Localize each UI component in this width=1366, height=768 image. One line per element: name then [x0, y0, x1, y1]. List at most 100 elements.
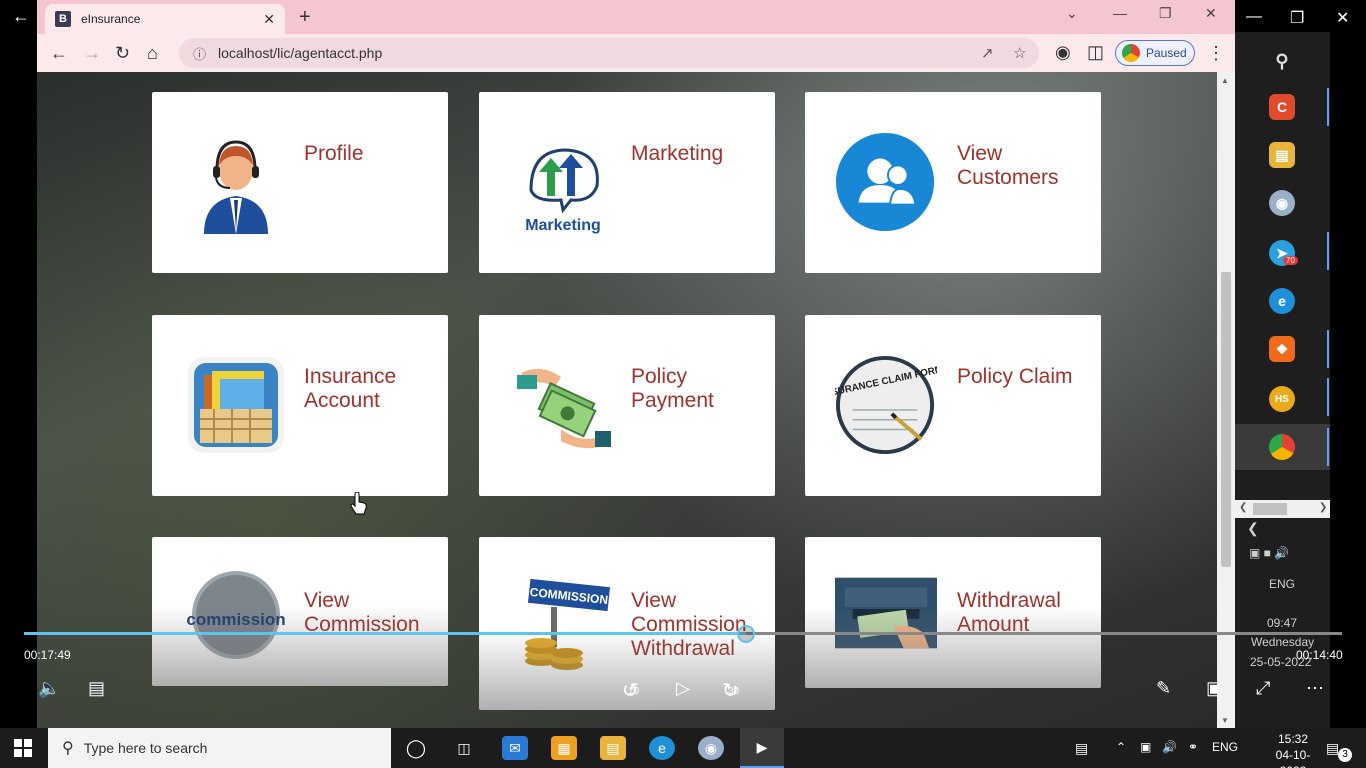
side-horizontal-scrollbar[interactable]: ❮ ❯ — [1235, 500, 1330, 518]
address-bar[interactable]: ⓘ localhost/lic/agentacct.php ↗ ☆ — [179, 38, 1039, 68]
play-icon[interactable]: ▷ — [676, 678, 690, 699]
side-language: ENG — [1269, 577, 1296, 591]
file-explorer-icon[interactable]: ▤ — [1269, 142, 1295, 168]
card-insurance-account[interactable]: Insurance Account — [152, 315, 448, 496]
scroll-left-icon[interactable]: ❮ — [1239, 502, 1247, 513]
paint-icon[interactable]: ◉ — [1269, 190, 1295, 216]
captions-icon[interactable]: ▤ — [88, 678, 105, 699]
news-widget-icon[interactable]: ▤ — [1075, 740, 1088, 757]
new-tab-icon[interactable]: + — [299, 6, 311, 29]
card-marketing[interactable]: Marketing Marketing — [479, 92, 775, 273]
windows-taskbar: ⚲ Type here to search ◯ ◫ ✉ ▦ ▤ e ◉ ▶ ▤ … — [0, 728, 1366, 768]
side-panel-icon[interactable]: ◫ — [1087, 42, 1104, 63]
reload-icon[interactable]: ↻ — [115, 43, 130, 64]
hand-cursor-icon — [350, 492, 367, 515]
extensions-puzzle-icon[interactable]: ◉ — [1055, 42, 1071, 63]
network-globe-icon[interactable]: ⚭ — [1188, 740, 1198, 754]
media-player-taskbar-item[interactable]: ▶ — [740, 728, 784, 768]
browser-tab[interactable]: B eInsurance ✕ — [45, 4, 285, 34]
forward-icon[interactable]: → — [83, 43, 101, 64]
search-icon[interactable]: ⚲ — [1269, 48, 1295, 74]
elapsed-time: 00:17:49 — [24, 648, 71, 662]
card-view-customers[interactable]: View Customers — [805, 92, 1101, 273]
tab-search-chevron-icon[interactable]: ⌄ — [1066, 5, 1078, 22]
pen-icon[interactable]: ✎ — [1156, 678, 1171, 699]
card-withdrawal-amount[interactable]: Withdrawal Amount — [805, 537, 1101, 688]
chevron-left-icon[interactable]: ❮ — [1247, 520, 1259, 537]
back-arrow-icon[interactable]: ← — [12, 6, 30, 27]
back-icon[interactable]: ← — [50, 43, 68, 64]
profile-paused-button[interactable]: Paused — [1115, 40, 1195, 66]
screen: ← B eInsurance ✕ + ⌄ — ❐ ✕ ← → ↻ ⌂ ⓘ loc… — [0, 0, 1366, 768]
tab-close-icon[interactable]: ✕ — [263, 11, 275, 28]
active-indicator — [1327, 378, 1329, 416]
file-explorer-icon[interactable]: ▤ — [600, 736, 626, 760]
card-profile[interactable]: Profile — [152, 92, 448, 273]
cortana-icon[interactable]: ◯ — [403, 736, 429, 760]
windows-start-icon[interactable] — [14, 739, 32, 757]
active-indicator — [1327, 330, 1329, 368]
card-fade — [805, 608, 1101, 688]
task-view-icon[interactable]: ◫ — [451, 736, 477, 760]
site-info-icon[interactable]: ⓘ — [193, 44, 206, 63]
card-title: Profile — [304, 142, 364, 165]
card-title: Policy Claim — [957, 365, 1073, 388]
card-policy-claim[interactable]: INSURANCE CLAIM FORM Policy Claim — [805, 315, 1101, 496]
card-view-commission[interactable]: commission View Commission — [152, 537, 448, 686]
store-icon[interactable]: ▦ — [551, 736, 577, 760]
xampp-icon[interactable]: ❖ — [1269, 336, 1295, 362]
browser-tab-bar: B eInsurance ✕ + ⌄ — ❐ ✕ — [37, 0, 1235, 34]
notification-count: 3 — [1338, 748, 1352, 762]
scroll-right-icon[interactable]: ❯ — [1319, 502, 1327, 513]
miniplayer-icon[interactable]: ▣ — [1206, 678, 1223, 699]
search-placeholder: Type here to search — [83, 740, 208, 756]
volume-icon[interactable]: 🔈 — [38, 678, 60, 699]
show-hidden-icons-chevron[interactable]: ⌃ — [1116, 740, 1126, 754]
hs-app-icon[interactable]: HS — [1269, 386, 1295, 412]
player-minimize-icon[interactable]: — — [1246, 8, 1262, 26]
mail-icon[interactable]: ✉ — [502, 736, 528, 760]
volume-tray-icon[interactable]: 🔊 — [1162, 740, 1177, 754]
scrollbar-thumb[interactable] — [1221, 272, 1231, 567]
chrome-icon[interactable] — [1269, 434, 1295, 460]
side-day: Wednesday — [1251, 635, 1315, 649]
page-scrollbar[interactable]: ▲ ▼ — [1217, 72, 1235, 728]
restore-icon[interactable]: ❐ — [1159, 5, 1172, 22]
profile-avatar — [1122, 44, 1140, 62]
marketing-logo-text: Marketing — [525, 217, 601, 234]
home-icon[interactable]: ⌂ — [147, 43, 158, 64]
player-close-icon[interactable]: ✕ — [1336, 8, 1349, 28]
taskbar-language[interactable]: ENG — [1212, 740, 1238, 754]
fullscreen-icon[interactable]: ⤢ — [1256, 678, 1270, 699]
meet-now-icon[interactable]: ▣ — [1140, 740, 1151, 754]
scroll-down-icon[interactable]: ▼ — [1221, 716, 1229, 725]
app-c-icon[interactable]: C — [1269, 94, 1295, 120]
seek-knob[interactable] — [737, 625, 755, 643]
browser-toolbar: ← → ↻ ⌂ ⓘ localhost/lic/agentacct.php ↗ … — [37, 34, 1235, 72]
paint-icon[interactable]: ◉ — [698, 736, 724, 760]
seek-bar-progress — [24, 632, 746, 635]
bookmark-star-icon[interactable]: ☆ — [1013, 44, 1026, 62]
marketing-logo-icon: Marketing — [525, 148, 601, 234]
card-fade — [152, 606, 448, 686]
more-options-icon[interactable]: ⋯ — [1306, 678, 1324, 699]
player-restore-icon[interactable]: ❐ — [1290, 8, 1304, 28]
edge-icon[interactable]: e — [1269, 288, 1295, 314]
card-policy-payment[interactable]: Policy Payment — [479, 315, 775, 496]
minimize-icon[interactable]: — — [1113, 5, 1127, 21]
claim-form-icon: INSURANCE CLAIM FORM — [835, 355, 937, 455]
remaining-time: 00:14:40 — [1296, 648, 1343, 662]
taskbar-search-box[interactable]: ⚲ Type here to search — [48, 728, 391, 768]
edge-icon[interactable]: e — [649, 736, 675, 760]
close-window-icon[interactable]: ✕ — [1205, 5, 1217, 22]
card-title: View Customers — [957, 142, 1059, 189]
taskbar-clock[interactable]: 15:32 04-10-2022 — [1264, 731, 1322, 768]
side-scroll-thumb[interactable] — [1253, 503, 1287, 515]
share-icon[interactable]: ↗ — [981, 44, 994, 62]
money-hands-icon — [517, 368, 611, 449]
skip-back-seconds: 10 — [628, 686, 640, 697]
scroll-up-icon[interactable]: ▲ — [1221, 76, 1229, 85]
card-title: Insurance Account — [304, 365, 397, 412]
menu-kebab-icon[interactable]: ⋮ — [1207, 43, 1225, 64]
url-text: localhost/lic/agentacct.php — [218, 45, 383, 61]
